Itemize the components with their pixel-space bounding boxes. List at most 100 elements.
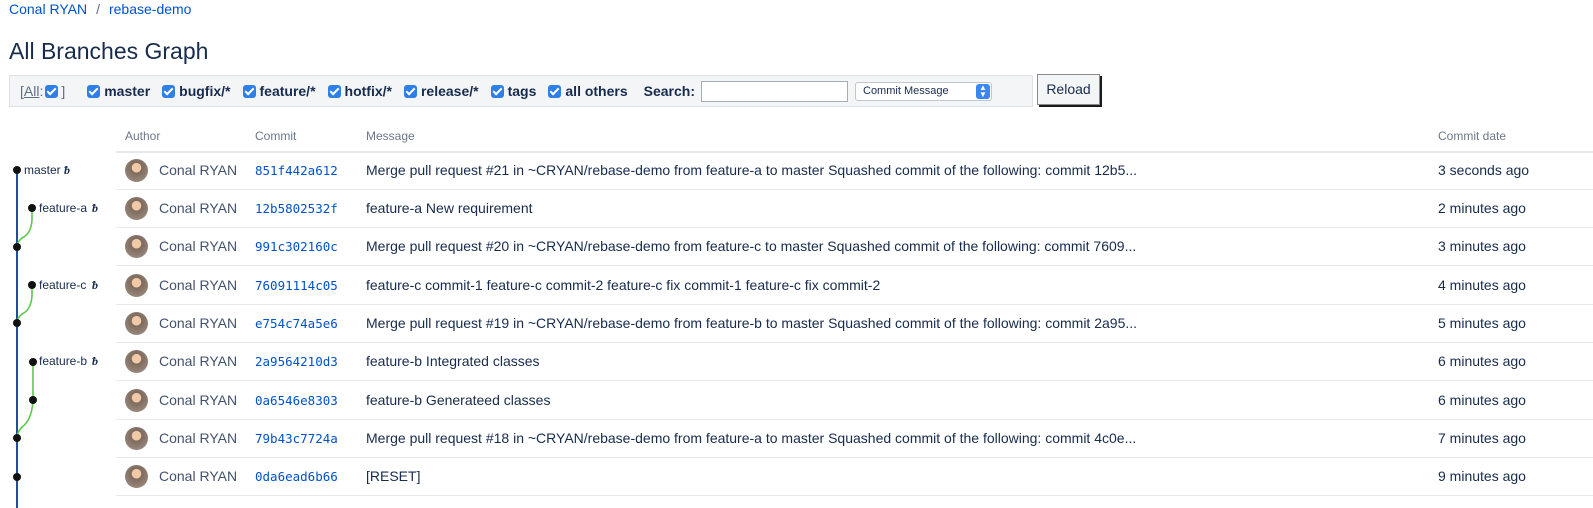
avatar <box>125 350 148 373</box>
filter-feature-checkbox[interactable] <box>242 84 256 98</box>
commit-node[interactable] <box>28 281 36 289</box>
branch-label-feature-c[interactable]: feature-c <box>39 278 86 292</box>
header-commit: Commit <box>255 129 297 143</box>
feature-c-branch-line <box>16 285 33 324</box>
commit-node[interactable] <box>29 396 37 404</box>
filter-tags-checkbox[interactable] <box>490 84 504 98</box>
commit-node[interactable] <box>28 204 36 212</box>
commit-node[interactable] <box>29 358 37 366</box>
commit-hash-link[interactable]: 2a9564210d3 <box>255 354 338 369</box>
breadcrumb-repo-link[interactable]: rebase-demo <box>109 1 192 17</box>
commit-date: 7 minutes ago <box>1438 430 1526 446</box>
filter-all-link[interactable]: All <box>24 83 40 99</box>
breadcrumb: Conal RYAN / rebase-demo <box>9 0 191 18</box>
commit-hash-link[interactable]: 0a6546e8303 <box>255 393 338 408</box>
author-name: Conal RYAN <box>159 468 238 484</box>
commit-node[interactable] <box>13 319 21 327</box>
avatar <box>125 197 148 220</box>
commit-date: 9 minutes ago <box>1438 468 1526 484</box>
filter-hotfix[interactable]: hotfix/* <box>327 83 392 99</box>
author-name: Conal RYAN <box>159 277 238 293</box>
table-row[interactable]: Conal RYAN e754c74a5e6 Merge pull reques… <box>116 305 1593 343</box>
filter-feature[interactable]: feature/* <box>242 83 316 99</box>
filter-all-checkbox[interactable] <box>45 84 59 98</box>
table-row[interactable]: Conal RYAN 79b43c7724a Merge pull reques… <box>116 420 1593 458</box>
filter-master[interactable]: master <box>87 83 150 99</box>
commit-node[interactable] <box>13 243 21 251</box>
commit-date: 3 minutes ago <box>1438 238 1526 254</box>
commit-date: 2 minutes ago <box>1438 200 1526 216</box>
avatar <box>125 274 148 297</box>
commit-hash-link[interactable]: 851f442a612 <box>255 163 338 178</box>
tag-icon: ᵬ <box>64 163 70 177</box>
author-name: Conal RYAN <box>159 200 238 216</box>
commit-message: feature-b Generateed classes <box>366 392 551 408</box>
commit-node[interactable] <box>13 166 21 174</box>
avatar <box>125 235 148 258</box>
avatar <box>125 465 148 488</box>
filter-all-close-bracket: ] <box>61 83 66 99</box>
reload-button[interactable]: Reload <box>1037 74 1100 105</box>
commit-message: feature-c commit-1 feature-c commit-2 fe… <box>366 277 881 293</box>
commit-node[interactable] <box>13 473 21 481</box>
commit-message: Merge pull request #19 in ~CRYAN/rebase-… <box>366 315 1138 331</box>
search-input[interactable] <box>701 80 848 102</box>
commit-message: feature-b Integrated classes <box>366 353 540 369</box>
commit-date: 5 minutes ago <box>1438 315 1526 331</box>
filter-bugfix-checkbox[interactable] <box>162 84 176 98</box>
avatar <box>125 159 148 182</box>
filter-release[interactable]: release/* <box>403 83 479 99</box>
header-commit-date: Commit date <box>1438 129 1507 143</box>
table-row[interactable]: Conal RYAN 991c302160c Merge pull reques… <box>116 228 1593 266</box>
filter-bugfix-label: bugfix/* <box>179 83 231 99</box>
commit-date: 3 seconds ago <box>1438 162 1530 178</box>
commit-node[interactable] <box>13 434 21 442</box>
breadcrumb-separator: / <box>96 1 100 17</box>
commit-message: Merge pull request #21 in ~CRYAN/rebase-… <box>366 162 1138 178</box>
commit-date: 6 minutes ago <box>1438 353 1526 369</box>
tag-icon: ᵬ <box>92 354 98 368</box>
commit-message: [RESET] <box>366 468 421 484</box>
commit-hash-link[interactable]: e754c74a5e6 <box>255 316 338 331</box>
branch-label-master[interactable]: master <box>24 163 61 177</box>
commit-hash-link[interactable]: 79b43c7724a <box>255 431 338 446</box>
commit-hash-link[interactable]: 991c302160c <box>255 239 338 254</box>
author-name: Conal RYAN <box>159 430 238 446</box>
author-name: Conal RYAN <box>159 315 238 331</box>
table-row[interactable]: Conal RYAN 76091114c05 feature-c commit-… <box>116 267 1593 305</box>
table-row[interactable]: Conal RYAN 2a9564210d3 feature-b Integra… <box>116 343 1593 381</box>
search-type-select[interactable]: Commit Message ▲ ▼ <box>855 81 992 101</box>
filter-master-checkbox[interactable] <box>87 84 101 98</box>
tag-icon: ᵬ <box>92 278 98 292</box>
table-row[interactable]: Conal RYAN 12b5802532f feature-a New req… <box>116 190 1593 228</box>
search-type-value: Commit Message <box>863 84 949 97</box>
filter-bugfix[interactable]: bugfix/* <box>162 83 231 99</box>
feature-a-branch-line <box>16 208 33 248</box>
commit-message: Merge pull request #18 in ~CRYAN/rebase-… <box>366 430 1137 446</box>
commit-hash-link[interactable]: 0da6ead6b66 <box>255 469 338 484</box>
branch-label-feature-b[interactable]: feature-b <box>39 354 87 368</box>
filter-all-others-checkbox[interactable] <box>548 84 562 98</box>
header-author: Author <box>125 129 161 143</box>
table-row[interactable]: Conal RYAN 0da6ead6b66 [RESET] 9 minutes… <box>116 458 1593 496</box>
breadcrumb-project-link[interactable]: Conal RYAN <box>9 1 87 17</box>
filter-tags[interactable]: tags <box>490 83 536 99</box>
commit-hash-link[interactable]: 12b5802532f <box>255 201 338 216</box>
table-row[interactable]: Conal RYAN 0a6546e8303 feature-b Generat… <box>116 382 1593 420</box>
filter-hotfix-checkbox[interactable] <box>327 84 341 98</box>
avatar <box>125 389 148 412</box>
author-name: Conal RYAN <box>159 238 238 254</box>
filter-release-label: release/* <box>420 83 479 99</box>
filter-feature-label: feature/* <box>259 83 316 99</box>
author-name: Conal RYAN <box>159 392 238 408</box>
commit-date: 6 minutes ago <box>1438 392 1526 408</box>
table-row[interactable]: Conal RYAN 851f442a612 Merge pull reques… <box>116 152 1593 190</box>
commit-message: Merge pull request #20 in ~CRYAN/rebase-… <box>366 238 1137 254</box>
filter-release-checkbox[interactable] <box>403 84 417 98</box>
search-label: Search: <box>643 83 695 99</box>
branch-label-feature-a[interactable]: feature-a <box>39 201 87 215</box>
commit-hash-link[interactable]: 76091114c05 <box>255 278 338 293</box>
filter-all-others[interactable]: all others <box>548 83 628 99</box>
avatar <box>125 427 148 450</box>
commit-message: feature-a New requirement <box>366 200 533 216</box>
